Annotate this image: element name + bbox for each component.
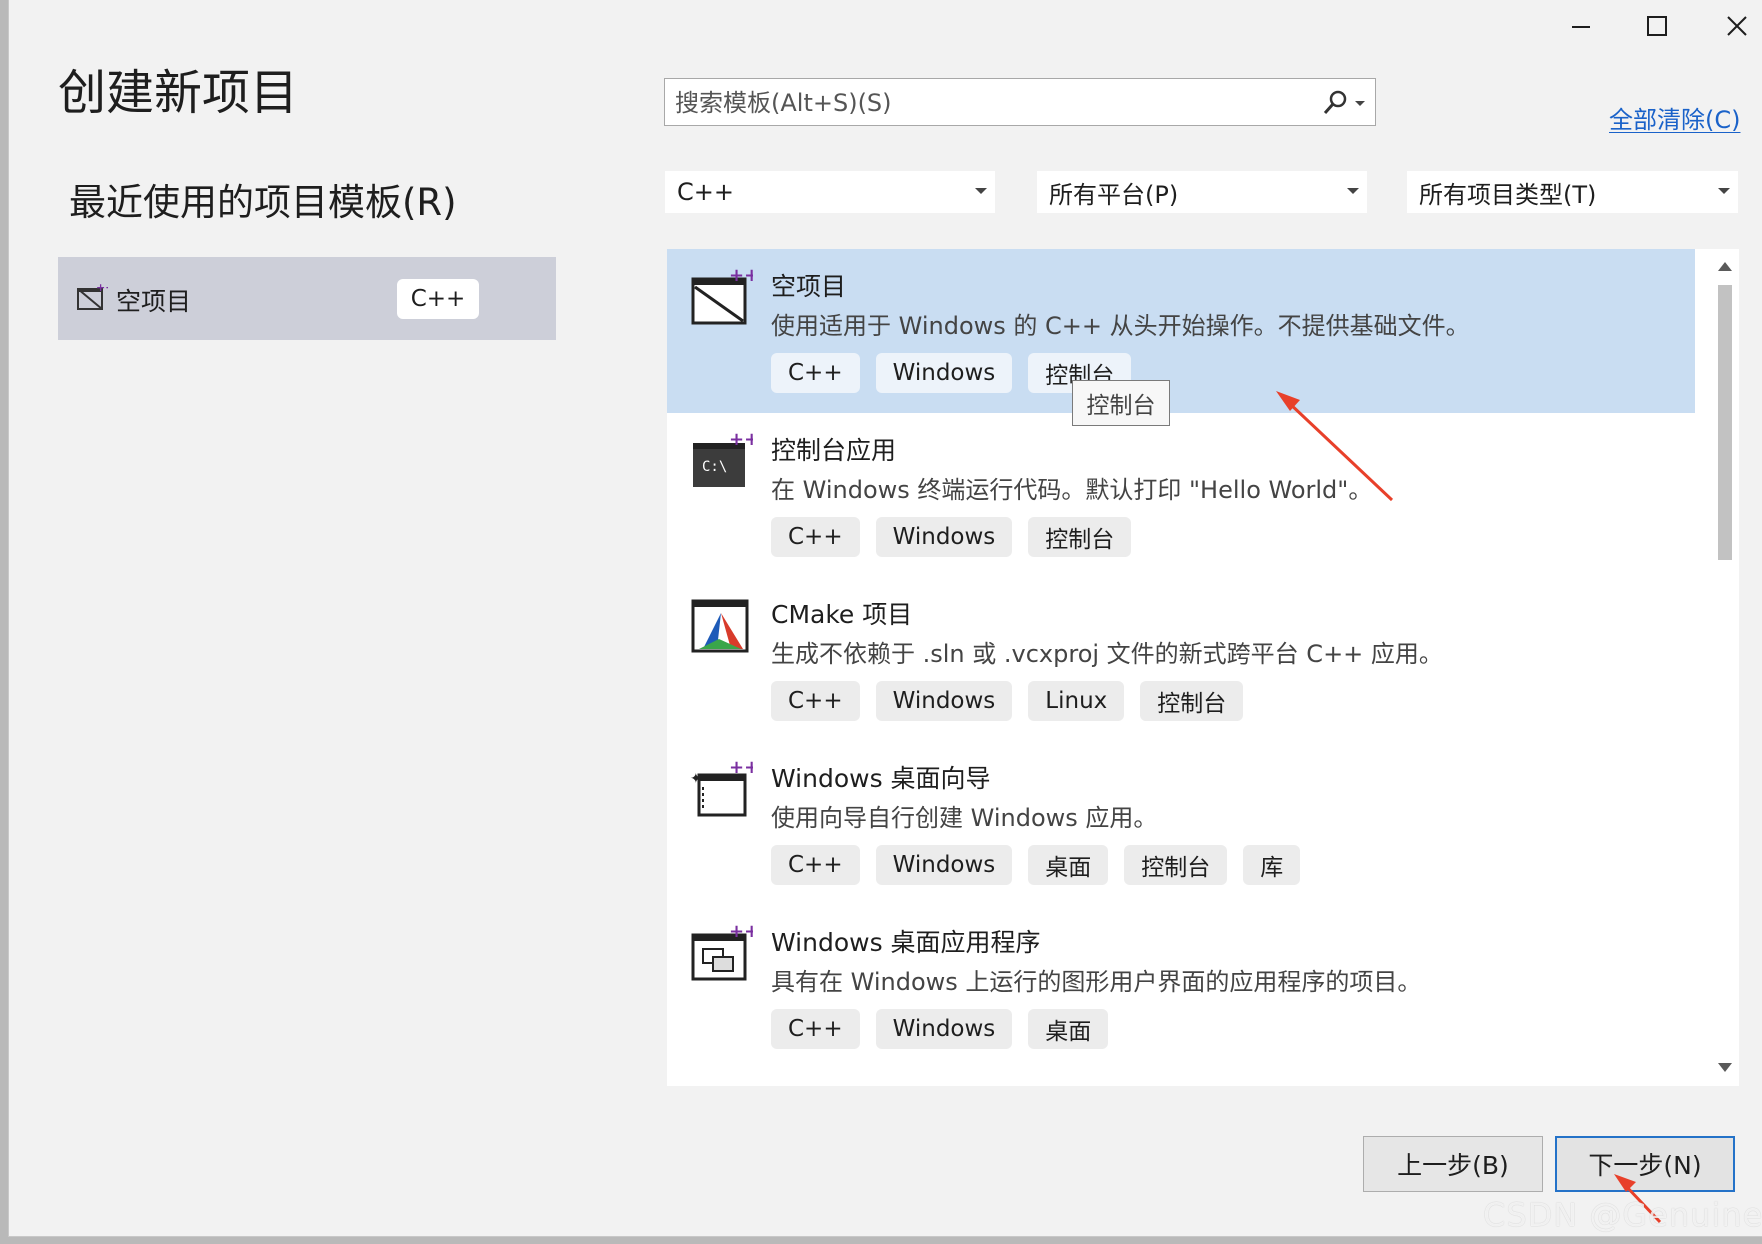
template-description: 生成不依赖于 .sln 或 .vcxproj 文件的新式跨平台 C++ 应用。: [771, 640, 1443, 668]
platform-filter-dropdown[interactable]: 所有平台(P): [1037, 171, 1367, 213]
template-name: 控制台应用: [771, 436, 897, 465]
template-list: ++ 空项目 使用适用于 Windows 的 C++ 从头开始操作。不提供基础文…: [667, 249, 1739, 1086]
template-tags: C++ Windows 桌面: [771, 1009, 1109, 1049]
create-project-dialog: 创建新项目 最近使用的项目模板(R) ++ 空项目 C++ 全部清除(C) C+…: [8, 0, 1762, 1237]
template-item-console-app[interactable]: C:\ ++ 控制台应用 在 Windows 终端运行代码。默认打印 "Hell…: [667, 413, 1695, 577]
tag: C++: [771, 353, 860, 393]
recent-item-empty-project[interactable]: ++ 空项目 C++: [58, 257, 556, 340]
svg-text:++: ++: [729, 923, 753, 942]
maximize-button[interactable]: [1627, 4, 1687, 48]
tag: C++: [771, 681, 860, 721]
template-item-empty-project[interactable]: ++ 空项目 使用适用于 Windows 的 C++ 从头开始操作。不提供基础文…: [667, 249, 1695, 413]
svg-text:++: ++: [729, 267, 753, 286]
console-app-icon: C:\ ++: [693, 431, 753, 487]
desktop-wizard-icon: ✦ ++: [690, 759, 753, 817]
project-type-filter-dropdown[interactable]: 所有项目类型(T): [1407, 171, 1738, 213]
tag: C++: [771, 517, 860, 557]
minimize-icon: [1572, 26, 1590, 28]
tag: 控制台: [1124, 845, 1228, 885]
template-item-desktop-wizard[interactable]: ✦ ++ Windows 桌面向导 使用向导自行创建 Windows 应用。 C…: [667, 741, 1695, 905]
scroll-down-icon[interactable]: [1718, 1063, 1732, 1072]
tag: Linux: [1028, 681, 1125, 721]
recent-templates-heading: 最近使用的项目模板(R): [69, 181, 457, 224]
tag: Windows: [875, 1009, 1013, 1049]
tag: C++: [771, 1009, 860, 1049]
template-description: 使用向导自行创建 Windows 应用。: [771, 804, 1158, 832]
template-description: 使用适用于 Windows 的 C++ 从头开始操作。不提供基础文件。: [771, 312, 1470, 340]
template-name: Windows 桌面应用程序: [771, 928, 1041, 957]
svg-text:++: ++: [729, 759, 753, 778]
cmake-icon: [691, 599, 749, 653]
desktop-app-icon: ++: [691, 923, 753, 981]
template-list-scrollbar[interactable]: [1713, 252, 1737, 1082]
tag: Windows: [875, 517, 1013, 557]
watermark: CSDN @Genuine..: [1483, 1196, 1762, 1234]
template-name: CMake 项目: [771, 600, 913, 629]
search-icon: [1323, 90, 1365, 114]
back-button[interactable]: 上一步(B): [1363, 1136, 1543, 1192]
template-item-cmake-project[interactable]: CMake 项目 生成不依赖于 .sln 或 .vcxproj 文件的新式跨平台…: [667, 577, 1695, 741]
svg-text:✦: ✦: [690, 771, 702, 787]
minimize-button[interactable]: [1551, 4, 1611, 48]
search-input[interactable]: [673, 83, 1277, 123]
template-item-desktop-app[interactable]: ++ Windows 桌面应用程序 具有在 Windows 上运行的图形用户界面…: [667, 905, 1695, 1069]
recent-item-label: 空项目: [116, 287, 192, 316]
project-type-filter-value: 所有项目类型(T): [1419, 180, 1597, 209]
clear-all-link[interactable]: 全部清除(C): [1609, 100, 1740, 135]
chevron-down-icon: [1718, 188, 1730, 194]
template-tags: C++ Windows Linux 控制台: [771, 681, 1244, 721]
tag-tooltip: 控制台: [1072, 380, 1170, 426]
template-name: 空项目: [771, 272, 847, 301]
template-tags: C++ Windows 桌面 控制台 库: [771, 845, 1301, 885]
tag: 库: [1243, 845, 1301, 885]
template-description: 在 Windows 终端运行代码。默认打印 "Hello World"。: [771, 476, 1373, 504]
close-icon: [1727, 16, 1747, 36]
language-filter-value: C++: [677, 178, 734, 206]
svg-text:C:\: C:\: [702, 459, 727, 475]
tag: Windows: [875, 681, 1013, 721]
close-button[interactable]: [1707, 4, 1762, 48]
chevron-down-icon: [975, 188, 987, 194]
platform-filter-value: 所有平台(P): [1049, 180, 1179, 209]
scroll-up-icon[interactable]: [1718, 262, 1732, 271]
empty-project-icon: ++: [691, 267, 753, 325]
tag: Windows: [875, 353, 1013, 393]
svg-text:++: ++: [729, 431, 753, 450]
empty-project-icon: ++: [77, 283, 108, 310]
next-button[interactable]: 下一步(N): [1555, 1136, 1735, 1192]
scroll-thumb[interactable]: [1718, 285, 1732, 560]
tag: 控制台: [1140, 681, 1244, 721]
tag: 桌面: [1028, 845, 1109, 885]
tag: C++: [771, 845, 860, 885]
maximize-icon: [1647, 16, 1667, 36]
page-title: 创建新项目: [58, 65, 299, 121]
tag: 控制台: [1028, 517, 1132, 557]
search-box[interactable]: [664, 78, 1376, 126]
language-filter-dropdown[interactable]: C++: [665, 171, 995, 213]
tag: 桌面: [1028, 1009, 1109, 1049]
tag: Windows: [875, 845, 1013, 885]
template-name: Windows 桌面向导: [771, 764, 991, 793]
chevron-down-icon: [1347, 188, 1359, 194]
template-description: 具有在 Windows 上运行的图形用户界面的应用程序的项目。: [771, 968, 1422, 996]
recent-item-tag: C++: [397, 279, 479, 319]
template-tags: C++ Windows 控制台: [771, 517, 1132, 557]
svg-text:++: ++: [96, 283, 108, 294]
